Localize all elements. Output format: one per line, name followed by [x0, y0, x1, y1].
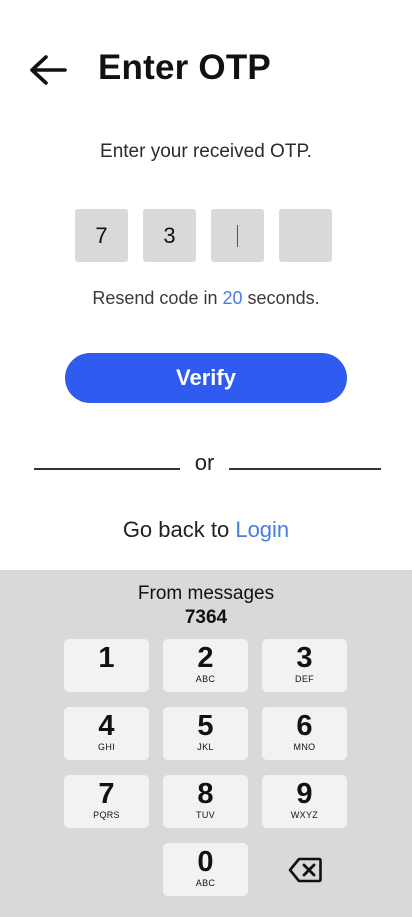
or-text: or [194, 450, 215, 475]
otp-digit-box[interactable]: 7 [75, 209, 128, 262]
verify-button[interactable]: Verify [65, 353, 347, 403]
otp-suggestion[interactable]: From messages 7364 [0, 582, 412, 630]
login-link[interactable]: Login [235, 517, 289, 542]
key-2[interactable]: 2 ABC [163, 639, 248, 692]
arrow-left-icon [30, 55, 67, 85]
key-8[interactable]: 8 TUV [163, 775, 248, 828]
backspace-key[interactable] [262, 843, 347, 896]
divider-line-left [34, 468, 180, 470]
otp-digit-box[interactable]: 3 [143, 209, 196, 262]
key-4[interactable]: 4 GHI [64, 707, 149, 760]
key-0[interactable]: 0 ABC [163, 843, 248, 896]
resend-timer: Resend code in 20 seconds. [92, 288, 320, 308]
key-3[interactable]: 3 DEF [262, 639, 347, 692]
suggested-code: 7364 [184, 607, 228, 628]
go-back-text: Go back to Login [122, 517, 290, 542]
back-button[interactable] [26, 48, 70, 92]
resend-countdown: 20 [222, 288, 243, 308]
key-5[interactable]: 5 JKL [163, 707, 248, 760]
key-9[interactable]: 9 WXYZ [262, 775, 347, 828]
text-caret [236, 224, 239, 247]
key-7[interactable]: 7 PQRS [64, 775, 149, 828]
divider-line-right [229, 468, 381, 470]
instruction-text: Enter your received OTP. [100, 141, 312, 162]
otp-digit-box[interactable] [279, 209, 332, 262]
page-title: Enter OTP [98, 48, 271, 87]
otp-digit-box-active[interactable] [211, 209, 264, 262]
backspace-icon [288, 857, 322, 882]
header: Enter OTP [0, 0, 412, 140]
key-6[interactable]: 6 MNO [262, 707, 347, 760]
numeric-keyboard: From messages 7364 1 2 ABC 3 DEF 4 GHI 5 JKL… [0, 570, 412, 917]
or-divider: or [0, 448, 412, 478]
key-1[interactable]: 1 [64, 639, 149, 692]
otp-input-group: 7 3 [75, 209, 332, 262]
